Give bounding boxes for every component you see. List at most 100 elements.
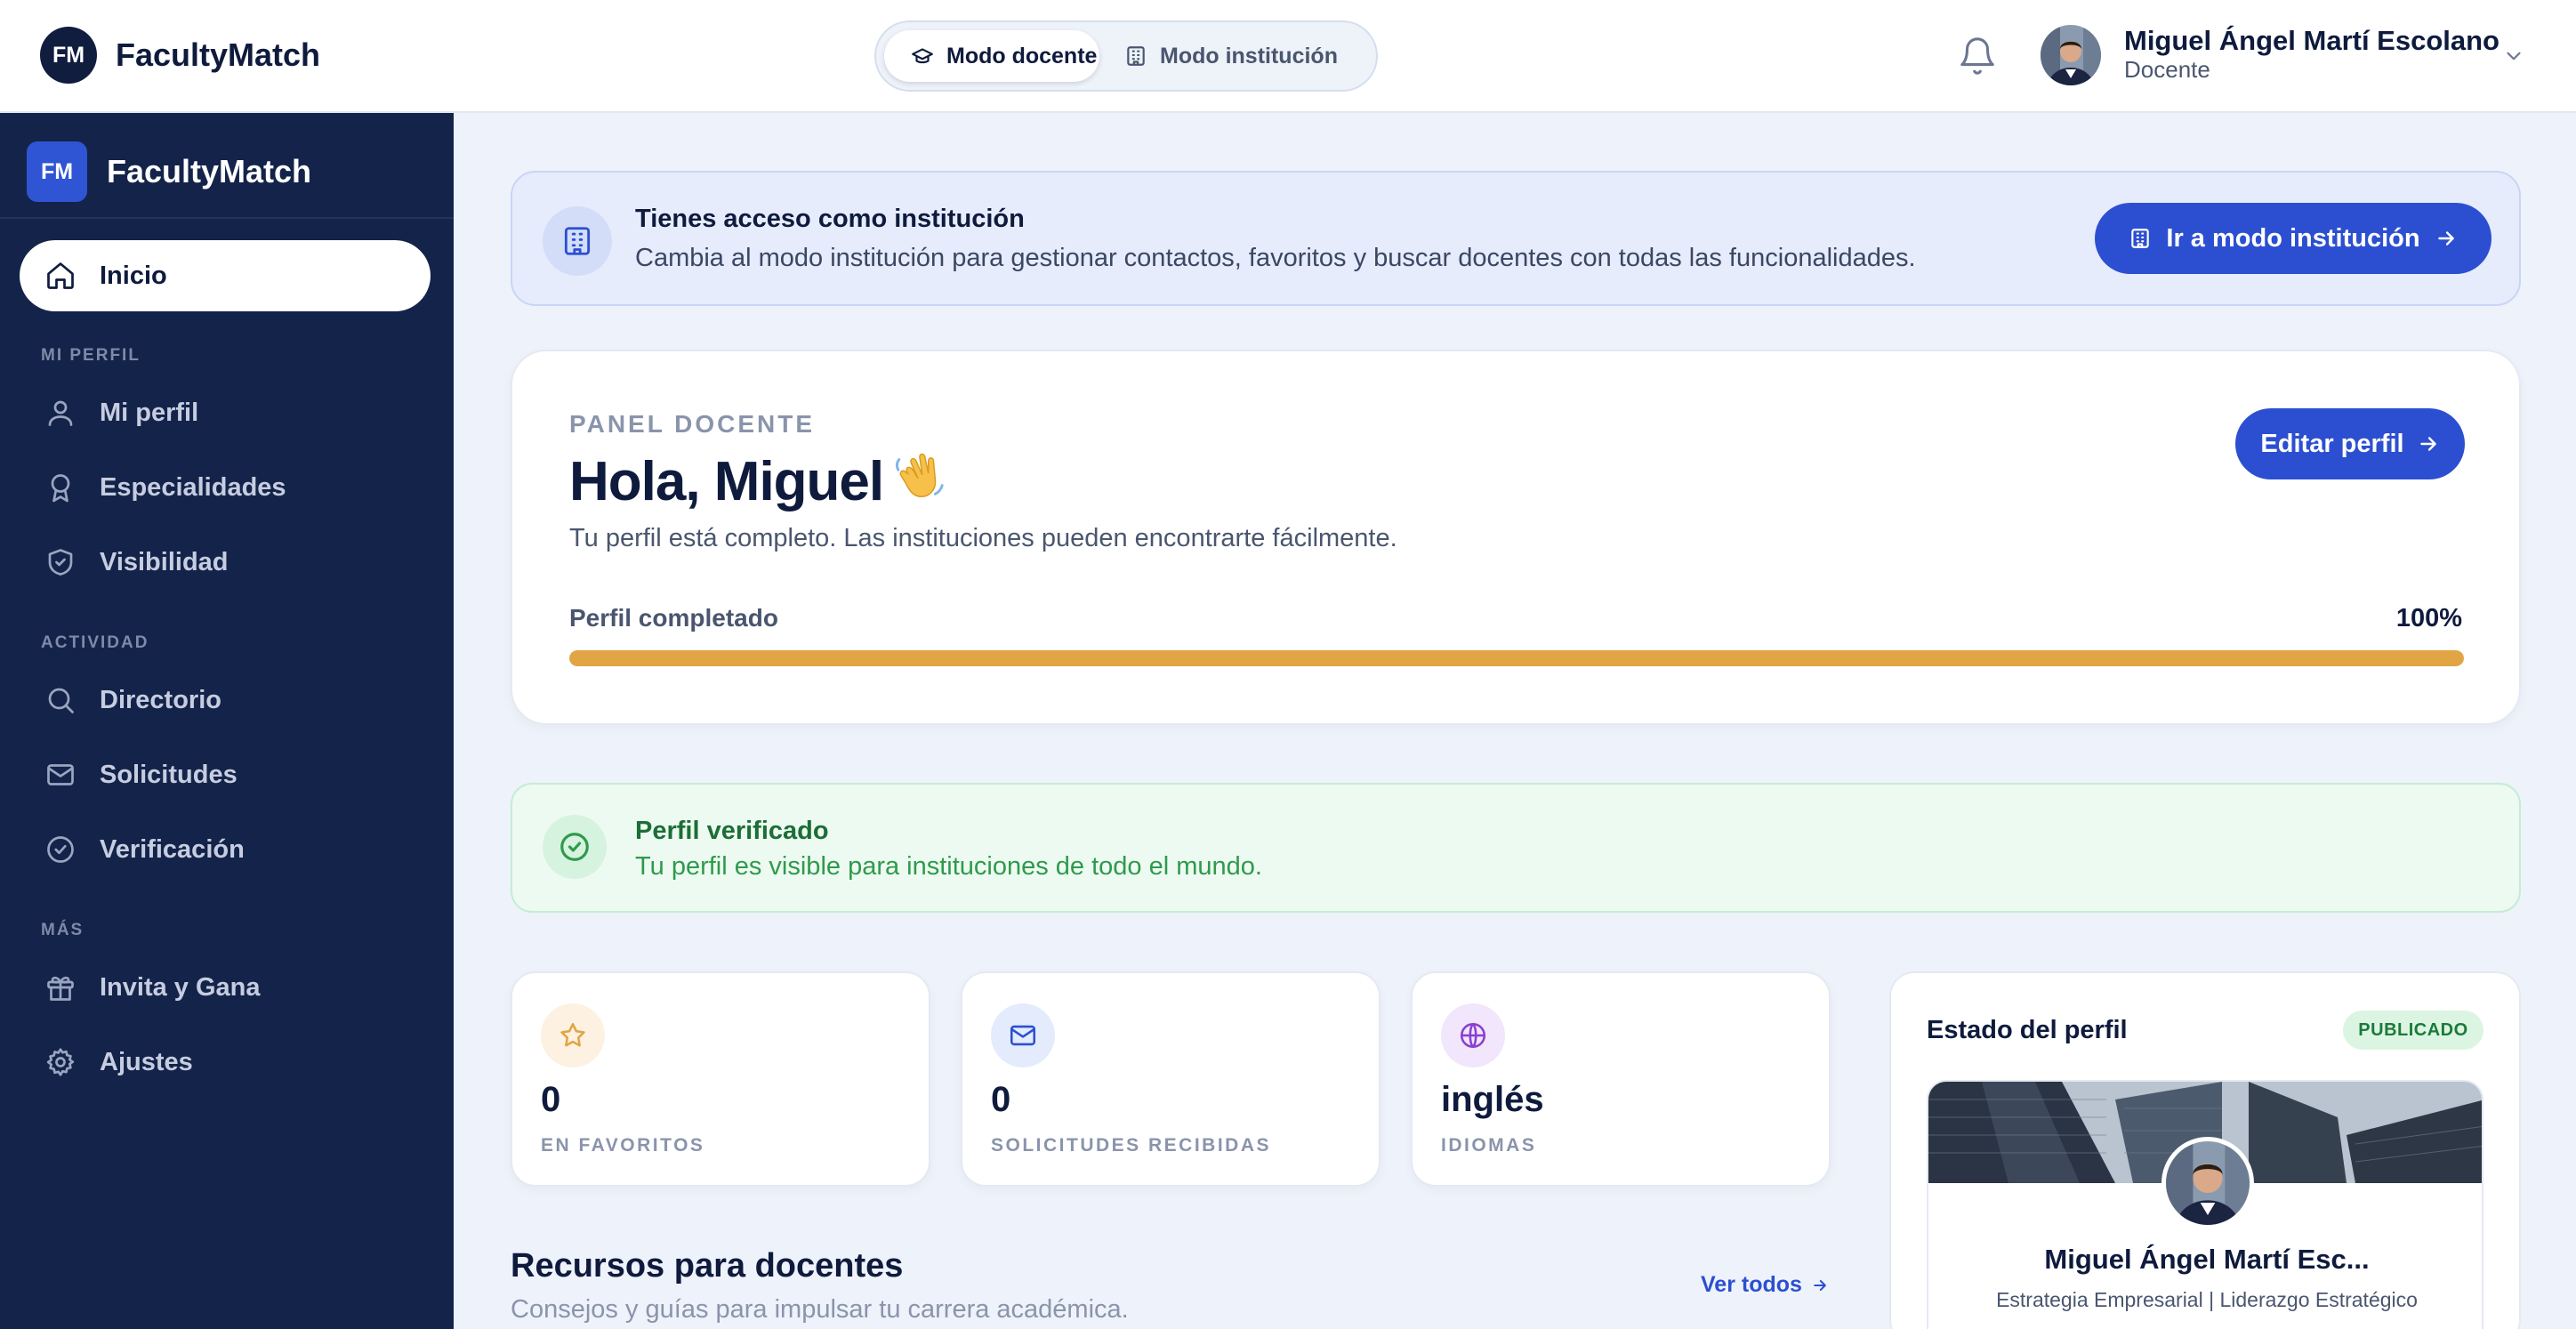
stat-value: 0 <box>991 1080 1011 1119</box>
profile-progress-bar <box>569 650 2464 666</box>
sidebar-brand[interactable]: FM FacultyMatch <box>27 141 311 202</box>
stat-icon-wrap <box>541 1003 605 1067</box>
sidebar-item-directorio[interactable]: Directorio <box>20 664 431 736</box>
verified-text: Tu perfil es visible para instituciones … <box>635 852 1262 881</box>
edit-profile-button[interactable]: Editar perfil <box>2235 408 2465 479</box>
check-circle-icon <box>560 833 589 861</box>
shield-check-icon <box>48 549 73 576</box>
sidebar-brand-name: FacultyMatch <box>107 153 312 189</box>
progress-percentage: 100% <box>2395 604 2462 632</box>
sidebar-item-label: Invita y Gana <box>100 972 261 1002</box>
stat-card-solicitudes[interactable]: 0 SOLICITUDES RECIBIDAS <box>961 971 1381 1187</box>
chevron-down-icon[interactable] <box>2502 44 2525 68</box>
sidebar-item-inicio[interactable]: Inicio <box>20 240 431 311</box>
banner-icon <box>543 206 612 276</box>
teacher-panel-card: PANEL DOCENTE Hola, Miguel Tu perfil est… <box>511 350 2521 725</box>
progress-label: Perfil completado <box>569 604 778 632</box>
brand-name: FacultyMatch <box>116 36 321 73</box>
profile-preview-avatar <box>2161 1137 2254 1229</box>
mode-toggle: Modo docente Modo institución <box>874 20 1378 92</box>
sidebar-section-more: MÁS <box>41 921 85 939</box>
button-label: Editar perfil <box>2260 429 2404 458</box>
building-icon <box>564 227 591 255</box>
go-to-institution-mode-button[interactable]: Ir a modo institución <box>2095 203 2491 274</box>
sidebar-item-label: Solicitudes <box>100 760 237 789</box>
sidebar-item-label: Mi perfil <box>100 398 199 427</box>
stat-icon-wrap <box>1441 1003 1505 1067</box>
brand[interactable]: FM FacultyMatch <box>40 27 320 84</box>
stat-label: EN FAVORITOS <box>541 1135 705 1156</box>
building-icon <box>2131 229 2150 248</box>
profile-status-title: Estado del perfil <box>1927 1016 2128 1044</box>
mode-institucion-button[interactable]: Modo institución <box>1112 30 1370 82</box>
mode-docente-button[interactable]: Modo docente <box>884 30 1099 82</box>
profile-preview-name: Miguel Ángel Martí Esc... <box>2044 1244 2370 1275</box>
banner-title: Tienes acceso como institución <box>635 205 1025 233</box>
stat-label: SOLICITUDES RECIBIDAS <box>991 1135 1272 1156</box>
panel-description: Tu perfil está completo. Las institucion… <box>569 524 1397 552</box>
stat-value: inglés <box>1441 1080 1544 1119</box>
verified-profile-notice: Perfil verificado Tu perfil es visible p… <box>511 783 2521 913</box>
stat-card-idiomas[interactable]: inglés IDIOMAS <box>1411 971 1831 1187</box>
resources-subtitle: Consejos y guías para impulsar tu carrer… <box>511 1295 1129 1324</box>
top-bar: FM FacultyMatch Modo docente Modo instit… <box>0 0 2576 113</box>
brand-logo: FM <box>40 27 97 84</box>
status-badge: PUBLICADO <box>2343 1011 2483 1050</box>
stat-value: 0 <box>541 1080 561 1119</box>
stat-label: IDIOMAS <box>1441 1135 1537 1156</box>
user-avatar[interactable] <box>2041 25 2101 85</box>
arrow-right-icon <box>2419 437 2436 451</box>
sidebar-item-label: Visibilidad <box>100 547 229 576</box>
sidebar-item-ajustes[interactable]: Ajustes <box>20 1027 431 1098</box>
sidebar-divider <box>0 217 454 219</box>
greeting-heading: Hola, Miguel <box>569 447 947 516</box>
sidebar-section-activity: ACTIVIDAD <box>41 633 149 652</box>
gear-icon <box>46 1048 75 1076</box>
sidebar-item-label: Directorio <box>100 685 221 714</box>
sidebar-section-profile: MI PERFIL <box>41 346 141 365</box>
user-icon <box>48 400 73 426</box>
sidebar-item-especialidades[interactable]: Especialidades <box>20 452 431 523</box>
star-icon <box>560 1022 585 1047</box>
button-label: Ir a modo institución <box>2166 223 2420 253</box>
profile-preview-tagline: Estrategia Empresarial | Liderazgo Estra… <box>1996 1288 2418 1311</box>
mode-institucion-label: Modo institución <box>1160 43 1338 68</box>
sidebar-item-mi-perfil[interactable]: Mi perfil <box>20 377 431 448</box>
user-role: Docente <box>2124 56 2210 83</box>
see-all-resources-link[interactable]: Ver todos <box>1701 1272 1829 1298</box>
user-name[interactable]: Miguel Ángel Martí Escolano <box>2124 25 2500 57</box>
profile-preview-card[interactable]: Miguel Ángel Martí Esc... Estrategia Emp… <box>1927 1080 2483 1329</box>
sidebar-item-label: Verificación <box>100 834 245 864</box>
award-icon <box>51 474 70 503</box>
graduation-cap-icon <box>912 48 933 64</box>
stat-card-favoritos[interactable]: 0 EN FAVORITOS <box>511 971 930 1187</box>
sidebar-item-verificacion[interactable]: Verificación <box>20 814 431 885</box>
sidebar-item-solicitudes[interactable]: Solicitudes <box>20 739 431 810</box>
verified-icon-wrap <box>543 815 607 879</box>
sidebar-item-label: Ajustes <box>100 1047 193 1076</box>
globe-icon <box>1460 1022 1486 1049</box>
mail-icon <box>1010 1025 1036 1046</box>
mail-icon <box>47 764 74 785</box>
sidebar-item-invita-y-gana[interactable]: Invita y Gana <box>20 952 431 1023</box>
building-icon <box>1127 46 1145 66</box>
sidebar-logo: FM <box>27 141 87 202</box>
arrow-right-icon <box>2437 231 2454 246</box>
panel-eyebrow: PANEL DOCENTE <box>569 410 815 438</box>
sidebar-item-visibilidad[interactable]: Visibilidad <box>20 527 431 598</box>
sidebar: FM FacultyMatch Inicio MI PERFIL Mi perf… <box>0 113 454 1329</box>
sidebar-item-label: Especialidades <box>100 472 286 502</box>
gift-icon <box>47 976 74 1001</box>
home-icon <box>47 262 74 289</box>
banner-text: Cambia al modo institución para gestiona… <box>635 244 1916 272</box>
verified-title: Perfil verificado <box>635 817 829 845</box>
greeting-text: Hola, Miguel <box>569 451 884 512</box>
profile-status-card: Estado del perfil PUBLICADO Miguel Ángel… <box>1889 971 2521 1329</box>
profile-progress-fill <box>569 650 2464 666</box>
search-icon <box>48 688 74 713</box>
check-circle-icon <box>47 836 74 863</box>
resources-title: Recursos para docentes <box>511 1247 904 1285</box>
link-label: Ver todos <box>1701 1272 1802 1297</box>
sidebar-item-label: Inicio <box>100 261 167 290</box>
bell-icon[interactable] <box>1957 36 1998 77</box>
